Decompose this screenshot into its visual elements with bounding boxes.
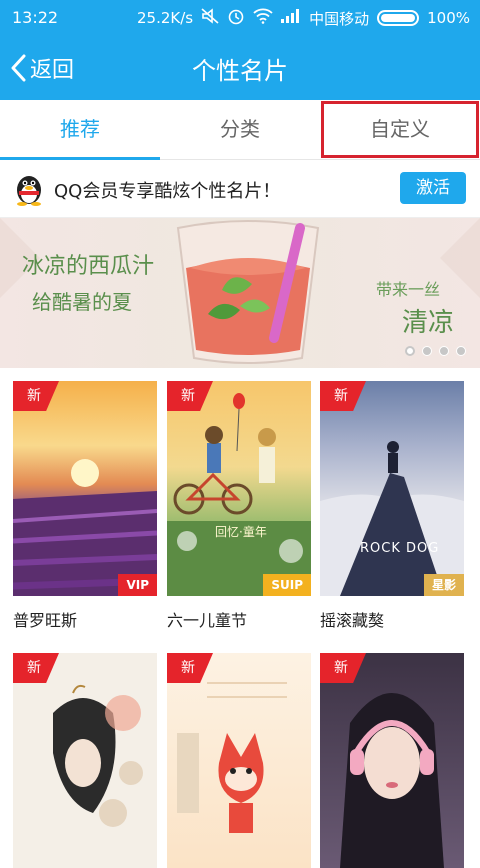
- card-childrens-day[interactable]: 回忆·童年 新 SUIP 六一儿童节: [167, 381, 311, 631]
- card-title: 普罗旺斯: [13, 611, 78, 630]
- top-bar: 13:22 25.2K/s 中国移动 100% 返回 个性名片: [0, 0, 480, 100]
- card-thumbnail: 回忆·童年 新 SUIP: [167, 381, 311, 596]
- vip-badge: VIP: [118, 574, 157, 596]
- pager-dot[interactable]: [456, 346, 466, 356]
- card-thumbnail: 新: [167, 653, 311, 868]
- battery-icon: [377, 10, 420, 26]
- card-thumbnail: 新 VIP: [13, 381, 157, 596]
- tab-custom[interactable]: 自定义: [320, 100, 480, 159]
- card-rock-dog[interactable]: ROCK DOG 新 星影 摇滚藏獒: [320, 381, 464, 631]
- card-provence[interactable]: 新 VIP 普罗旺斯: [13, 381, 157, 631]
- status-right: 25.2K/s 中国移动 100%: [137, 7, 470, 29]
- nav-bar: 返回 个性名片: [0, 36, 480, 100]
- network-speed: 25.2K/s: [136, 9, 194, 27]
- banner-pager: [405, 346, 466, 356]
- red-fox-illustration: [177, 682, 287, 833]
- page-title: 个性名片: [192, 57, 288, 85]
- pager-dot[interactable]: [422, 346, 432, 356]
- lavender-field-illustration: [13, 459, 157, 596]
- wifi-icon: [253, 8, 273, 28]
- star-badge: 星影: [423, 574, 464, 596]
- card-thumbnail: 新: [320, 653, 464, 868]
- ink-woman-illustration: [53, 684, 143, 827]
- children-bicycle-illustration: [167, 393, 311, 596]
- card-red-fox[interactable]: 新: [167, 653, 311, 868]
- card-thumbnail: 新: [13, 653, 157, 868]
- activate-button[interactable]: 激活: [400, 172, 466, 204]
- rock-dog-mountain-illustration: [320, 441, 464, 596]
- girl-headphones-illustration: [340, 693, 444, 868]
- alarm-icon: [227, 7, 245, 29]
- card-title: 六一儿童节: [167, 611, 248, 630]
- banner-line-2: 给酷暑的夏: [32, 290, 132, 314]
- promo-text: QQ会员专享酷炫个性名片！: [54, 181, 281, 202]
- card-thumbnail: ROCK DOG 新 星影: [320, 381, 464, 596]
- suip-badge: SUIP: [263, 574, 311, 596]
- card-image-caption: ROCK DOG: [360, 541, 440, 556]
- tab-category[interactable]: 分类: [160, 100, 320, 159]
- status-bar: 13:22 25.2K/s 中国移动 100%: [0, 0, 480, 36]
- card-headphones-girl[interactable]: 新: [320, 653, 464, 868]
- promo-banner[interactable]: 冰凉的西瓜汁 给酷暑的夏 带来一丝 清凉: [0, 218, 480, 368]
- card-title: 摇滚藏獒: [320, 611, 385, 630]
- pager-dot[interactable]: [439, 346, 449, 356]
- card-image-caption: 回忆·童年: [215, 525, 267, 539]
- card-ink-painting[interactable]: 新: [13, 653, 157, 868]
- tab-bar: 推荐 分类 自定义: [0, 100, 480, 160]
- banner-line-4: 清凉: [401, 308, 454, 338]
- vip-promo-bar: QQ会员专享酷炫个性名片！ 激活: [0, 160, 480, 218]
- tab-recommended[interactable]: 推荐: [0, 100, 160, 160]
- banner-line-3: 带来一丝: [375, 280, 440, 299]
- pager-dot[interactable]: [405, 346, 415, 356]
- qq-penguin-icon: [17, 176, 41, 206]
- status-time: 13:22: [12, 8, 59, 27]
- signal-icon: [281, 9, 301, 27]
- battery-level: 100%: [427, 9, 470, 27]
- banner-line-1: 冰凉的西瓜汁: [22, 254, 155, 279]
- carrier-name: 中国移动: [309, 9, 370, 28]
- mute-icon: [201, 8, 219, 28]
